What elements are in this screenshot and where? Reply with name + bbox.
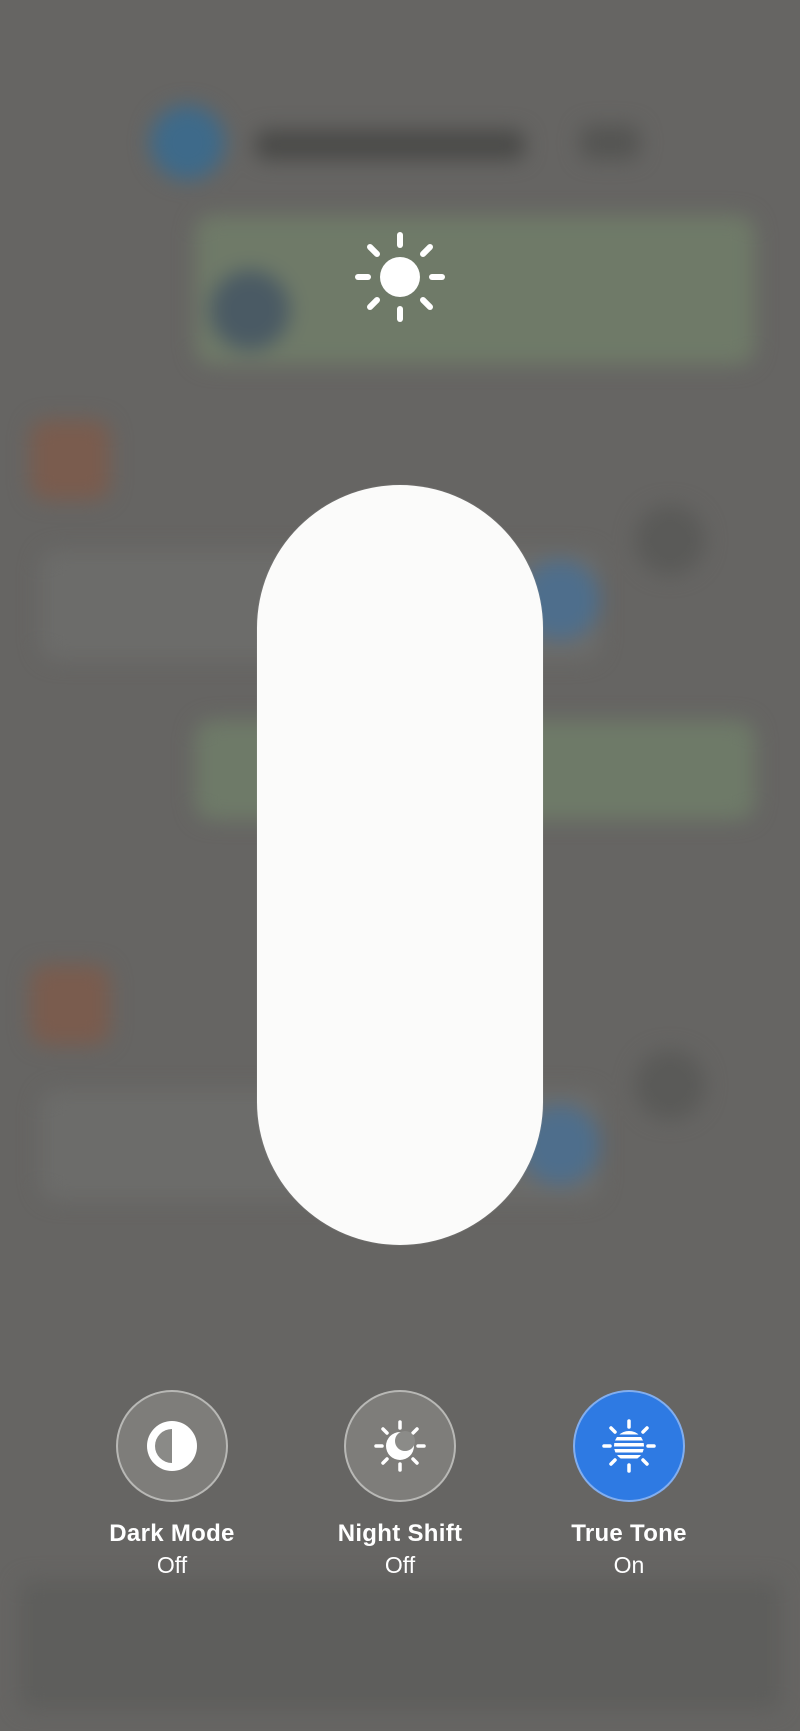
night-shift-label: Night Shift [337, 1520, 463, 1547]
dark-mode-state: Off [156, 1552, 188, 1578]
night-shift-toggle[interactable]: Night Shift Off [310, 1390, 490, 1600]
dark-mode-button[interactable] [116, 1390, 228, 1502]
brightness-level-fill [257, 485, 543, 1245]
dark-mode-icon [147, 1421, 197, 1471]
true-tone-state: On [613, 1552, 645, 1578]
night-shift-button[interactable] [344, 1390, 456, 1502]
true-tone-label: True Tone [571, 1520, 687, 1547]
night-shift-icon [374, 1420, 426, 1472]
true-tone-toggle[interactable]: True Tone On [539, 1390, 719, 1600]
true-tone-icon [602, 1419, 656, 1473]
brightness-sun-icon [355, 232, 445, 322]
true-tone-button[interactable] [573, 1390, 685, 1502]
dark-mode-label: Dark Mode [109, 1520, 235, 1547]
dark-mode-toggle[interactable]: Dark Mode Off [82, 1390, 262, 1600]
night-shift-state: Off [384, 1552, 416, 1578]
brightness-slider[interactable] [257, 485, 543, 1245]
